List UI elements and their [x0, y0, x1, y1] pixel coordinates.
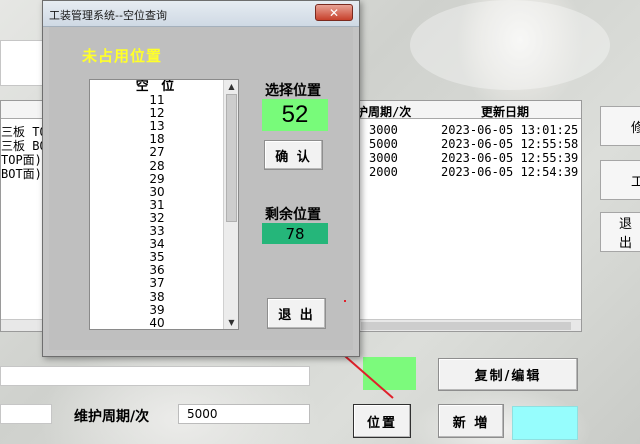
- close-button[interactable]: ✕: [315, 4, 353, 21]
- list-item[interactable]: 29: [90, 172, 224, 186]
- list-item[interactable]: 32: [90, 211, 224, 225]
- list-item[interactable]: 12: [90, 107, 224, 120]
- list-item[interactable]: 37: [90, 277, 224, 290]
- remaining-position-value: 78: [262, 223, 328, 244]
- dialog-exit-button[interactable]: 退 出: [267, 298, 326, 329]
- scroll-down-icon[interactable]: ▼: [225, 316, 238, 329]
- list-item[interactable]: 30: [90, 185, 224, 199]
- confirm-button[interactable]: 确 认: [264, 140, 323, 170]
- vacant-position-list[interactable]: 空 位 11 12 13 18 27 28 29 30 31 32 33 34 35 36 37 38 39 40…: [89, 79, 239, 330]
- list-header: 空 位: [135, 79, 179, 94]
- list-item[interactable]: 31: [90, 198, 224, 212]
- scrollbar-thumb[interactable]: [226, 94, 237, 222]
- unoccupied-heading: 未占用位置: [82, 47, 163, 65]
- list-item[interactable]: 38: [90, 290, 224, 304]
- list-item[interactable]: 13: [90, 120, 224, 133]
- selected-position-value: 52: [262, 99, 328, 131]
- list-item[interactable]: 33: [90, 225, 224, 238]
- list-item[interactable]: 27: [90, 146, 224, 159]
- list-item[interactable]: 28: [90, 159, 224, 173]
- list-item[interactable]: 39: [90, 303, 224, 317]
- selected-position-label: 选择位置: [265, 83, 321, 99]
- list-item[interactable]: 18: [90, 133, 224, 146]
- dialog-title: 工装管理系统--空位查询: [49, 9, 167, 22]
- red-dot: [344, 300, 346, 302]
- scroll-up-icon[interactable]: ▲: [225, 80, 238, 93]
- list-item[interactable]: 40: [90, 316, 224, 329]
- remaining-position-label: 剩余位置: [265, 207, 321, 223]
- list-item[interactable]: 35: [90, 251, 224, 264]
- list-item[interactable]: 34: [90, 238, 224, 251]
- list-item[interactable]: 36: [90, 264, 224, 277]
- list-item[interactable]: 11: [90, 94, 224, 107]
- dialog-titlebar[interactable]: 工装管理系统--空位查询 ✕: [43, 1, 359, 27]
- close-icon: ✕: [328, 5, 340, 20]
- list-vertical-scrollbar[interactable]: ▲ ▼: [223, 80, 238, 329]
